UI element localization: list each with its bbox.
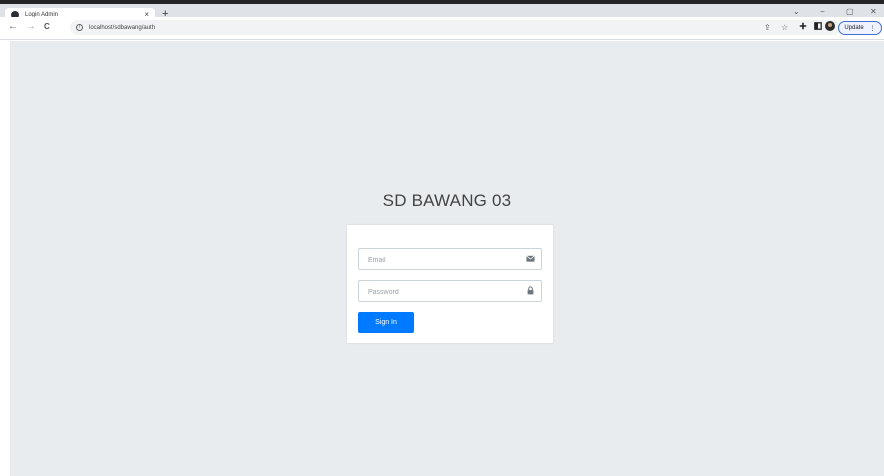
address-bar[interactable]: i localhost/sdbawang/auth	[70, 20, 840, 35]
reload-icon[interactable]: C	[44, 23, 50, 31]
login-card: Sign In	[347, 225, 553, 343]
back-icon[interactable]: ←	[8, 22, 18, 32]
password-field[interactable]	[358, 280, 542, 303]
site-info-icon[interactable]: i	[76, 24, 83, 31]
page-left-margin	[0, 41, 10, 476]
browser-tab-strip: Login Admin × + ⌄ − ▢ ✕	[0, 0, 884, 21]
extensions-puzzle-icon[interactable]	[799, 22, 807, 30]
email-field[interactable]	[358, 248, 542, 271]
lock-icon	[527, 286, 534, 295]
minimize-icon[interactable]: −	[820, 8, 825, 16]
update-label: Update	[844, 25, 864, 31]
close-window-icon[interactable]: ✕	[870, 8, 877, 16]
side-panel-icon[interactable]	[814, 22, 822, 30]
url-text: localhost/sdbawang/auth	[89, 24, 156, 31]
forward-icon[interactable]: →	[26, 22, 36, 32]
tab-search-icon[interactable]: ⌄	[793, 8, 800, 16]
sign-in-button[interactable]: Sign In	[358, 312, 414, 333]
share-icon[interactable]: ⇪	[764, 24, 771, 32]
login-page: SD BAWANG 03 Sign In	[10, 41, 884, 476]
maximize-icon[interactable]: ▢	[846, 8, 854, 16]
menu-dots-icon: ⋮	[869, 25, 876, 32]
bookmark-star-icon[interactable]: ☆	[781, 24, 788, 32]
page-title: SD BAWANG 03	[382, 191, 512, 210]
password-input[interactable]	[359, 282, 509, 303]
profile-avatar-icon[interactable]	[825, 21, 835, 31]
envelope-icon	[526, 255, 535, 262]
update-button[interactable]: Update ⋮	[838, 21, 882, 35]
browser-toolbar: ← → C i localhost/sdbawang/auth ⇪ ☆	[0, 17, 884, 40]
email-input[interactable]	[359, 250, 509, 271]
